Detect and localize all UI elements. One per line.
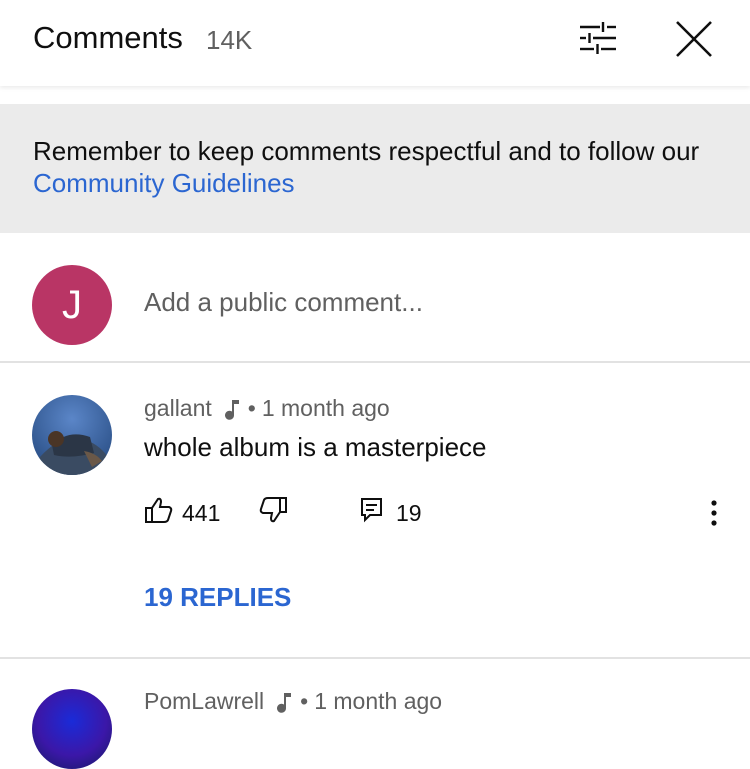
like-count: 441 [182,499,221,526]
comment-time: 1 month ago [261,395,390,421]
view-replies-button[interactable]: 19 REPLIES [144,582,291,613]
comment-meta: PomLawrell • 1 month ago [144,688,442,715]
comment-meta: gallant • 1 month ago [144,395,390,422]
thumbs-down-icon [258,496,288,530]
comment-time: 1 month ago [314,688,443,714]
reply-button[interactable]: 19 [360,496,422,530]
close-icon[interactable] [674,20,714,58]
comment-author[interactable]: gallant [144,395,212,422]
divider [0,361,750,363]
comment-text: whole album is a masterpiece [144,432,487,462]
comments-header: Comments 14K [0,0,750,86]
comment-count: 14K [206,25,253,55]
add-comment-input[interactable]: Add a public comment... [144,287,423,318]
reply-count: 19 [396,499,422,526]
thumbs-up-icon [144,496,174,530]
music-note-icon [222,397,242,421]
comment-author[interactable]: PomLawrell [144,688,264,715]
like-button[interactable]: 441 [144,496,220,530]
user-avatar[interactable] [32,395,112,475]
divider [0,657,750,659]
dislike-button[interactable] [258,496,288,530]
filter-icon[interactable] [578,20,618,56]
comments-title: Comments [33,20,183,55]
guidelines-text: Remember to keep comments respectful and… [33,135,723,199]
music-note-icon [274,690,294,714]
reply-icon [360,496,384,530]
community-guidelines-link[interactable]: Community Guidelines [33,168,295,198]
meta-separator: • [247,395,256,421]
more-vertical-icon[interactable] [700,498,728,528]
meta-separator: • [300,688,309,714]
user-avatar[interactable] [32,689,112,769]
my-avatar: J [32,265,112,345]
guidelines-message: Remember to keep comments respectful and… [33,136,700,166]
